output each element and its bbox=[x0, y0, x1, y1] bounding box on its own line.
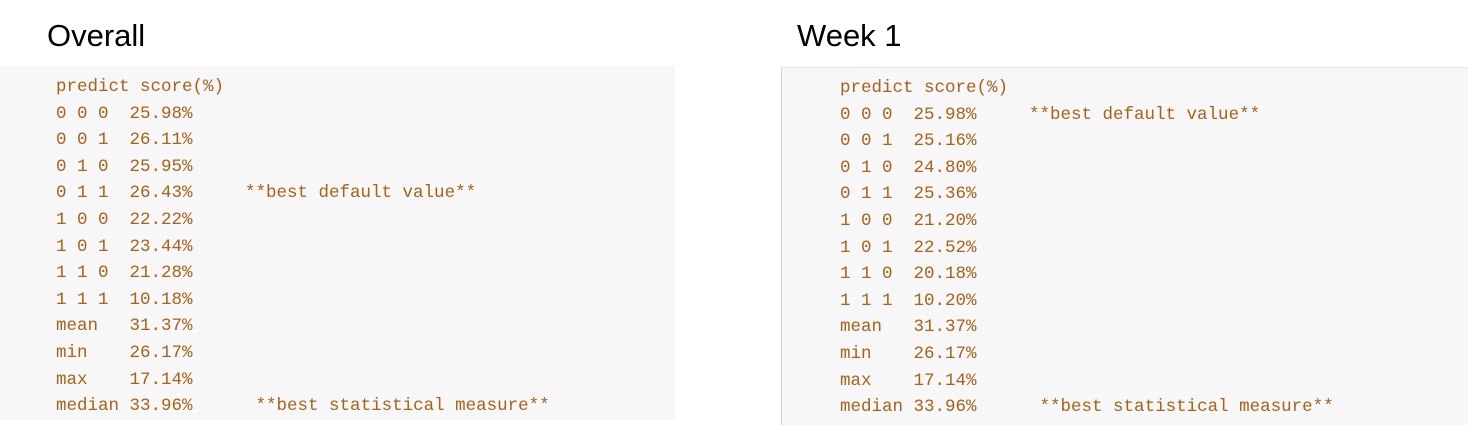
score-line: 1 0 0 22.22% bbox=[56, 209, 193, 230]
median-line: median 33.96% **best statistical measure… bbox=[840, 397, 1334, 418]
score-line: 0 1 0 25.95% bbox=[56, 156, 193, 177]
overall-title: Overall bbox=[47, 18, 146, 53]
max-line: max 17.14% bbox=[840, 370, 977, 391]
score-line-best-default: 0 1 1 26.43% **best default value** bbox=[56, 183, 477, 204]
score-header-line: predict score(%) bbox=[56, 77, 225, 97]
score-line: 1 1 0 21.28% bbox=[56, 263, 193, 284]
best-statistical-note: **best statistical measure** bbox=[1039, 397, 1334, 418]
week-1-score-output: predict score(%) 0 0 0 25.98% **best defa… bbox=[840, 75, 1334, 421]
score-line: 0 1 0 24.80% bbox=[840, 157, 977, 178]
best-default-note: **best default value** bbox=[245, 183, 477, 204]
min-line: min 26.17% bbox=[56, 342, 193, 363]
score-line-best-default: 0 0 0 25.98% **best default value** bbox=[840, 104, 1261, 125]
score-line: 1 1 0 20.18% bbox=[840, 264, 977, 285]
score-line: 1 0 0 21.20% bbox=[840, 210, 977, 231]
best-statistical-note: **best statistical measure** bbox=[255, 396, 550, 417]
score-line: 1 1 1 10.20% bbox=[840, 290, 977, 311]
mean-line: mean 31.37% bbox=[840, 317, 977, 338]
max-line: max 17.14% bbox=[56, 369, 193, 390]
median-line: median 33.96% **best statistical measure… bbox=[56, 396, 550, 417]
score-line: 0 0 0 25.98% bbox=[56, 103, 193, 124]
score-line: 0 0 1 25.16% bbox=[840, 131, 977, 152]
score-line: 1 0 1 23.44% bbox=[56, 236, 193, 257]
score-line: 0 1 1 25.36% bbox=[840, 184, 977, 205]
score-header-line: predict score(%) bbox=[840, 78, 1009, 98]
overall-score-output: predict score(%) 0 0 0 25.98% 0 0 1 26.11%… bbox=[56, 74, 550, 420]
week-1-title: Week 1 bbox=[797, 18, 902, 53]
mean-line: mean 31.37% bbox=[56, 316, 193, 337]
score-line: 1 0 1 22.52% bbox=[840, 237, 977, 258]
score-line: 0 0 1 26.11% bbox=[56, 130, 193, 151]
min-line: min 26.17% bbox=[840, 343, 977, 364]
best-default-note: **best default value** bbox=[1029, 104, 1261, 125]
score-line: 1 1 1 10.18% bbox=[56, 289, 193, 310]
